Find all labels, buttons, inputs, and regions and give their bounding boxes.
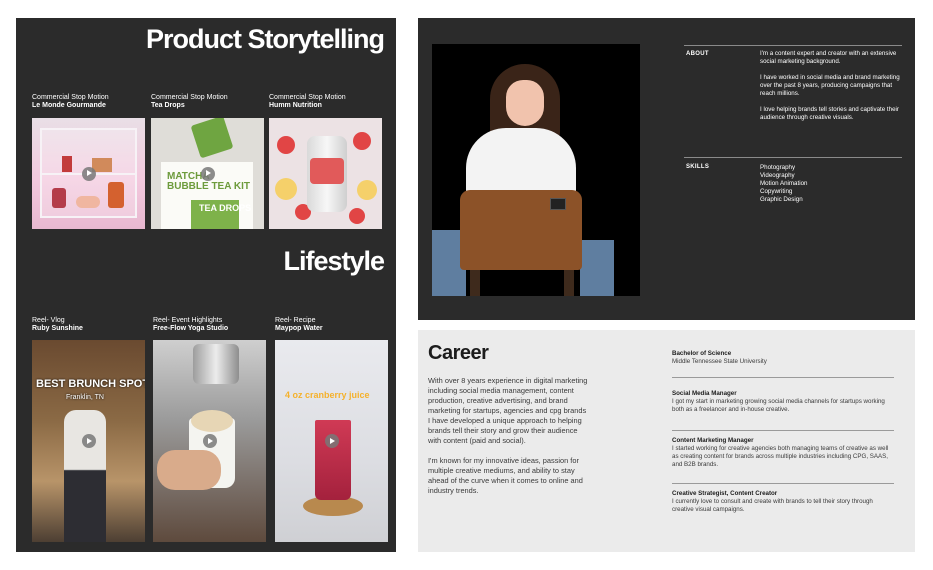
career-title: Career <box>428 342 489 364</box>
pastry-item <box>62 156 72 172</box>
skills-divider <box>684 157 902 158</box>
skill-item: Photography <box>760 164 796 171</box>
tile-category: Reel- Event Highlights <box>153 317 223 324</box>
about-label: ABOUT <box>686 51 709 57</box>
tile-label-maypop: Reel- Recipe Maypop Water <box>275 317 323 333</box>
tile-category: Reel- Recipe <box>275 317 316 324</box>
pastry-item <box>52 188 66 208</box>
lemon-slice-shape <box>357 180 377 200</box>
career-divider <box>672 483 894 484</box>
video-overlay-subtext: Franklin, TN <box>66 394 104 401</box>
career-item-desc: I started working for creative agencies … <box>672 445 889 468</box>
career-panel: Career With over 8 years experience in d… <box>418 330 915 552</box>
career-item-content-marketing: Content Marketing Manager I started work… <box>672 437 894 469</box>
career-divider <box>672 377 894 378</box>
tea-pouch <box>190 118 234 159</box>
product-storytelling-heading: Product Storytelling <box>145 24 385 54</box>
play-icon[interactable] <box>200 166 215 181</box>
career-item-title: Bachelor of Science <box>672 350 732 357</box>
play-icon[interactable] <box>324 434 339 448</box>
video-thumb-le-monde-gourmande[interactable] <box>32 118 145 229</box>
profile-photo <box>432 44 640 296</box>
career-item-social-media: Social Media Manager I got my start in m… <box>672 390 894 414</box>
about-divider <box>684 45 902 46</box>
juice-glass <box>315 420 351 500</box>
skill-item: Videography <box>760 172 795 179</box>
tile-title: Humm Nutrition <box>269 102 322 109</box>
career-item-title: Content Marketing Manager <box>672 437 754 444</box>
photo-chair-leg <box>470 270 480 296</box>
career-item-creative-strategist: Creative Strategist, Content Creator I c… <box>672 490 894 514</box>
video-thumb-humm-nutrition[interactable] <box>269 118 382 229</box>
video-thumb-ruby-sunshine[interactable]: BEST BRUNCH SPOT Franklin, TN <box>32 340 145 542</box>
about-paragraph: I'm a content expert and creator with an… <box>760 50 897 65</box>
tea-drops-text: TEA DROPS <box>199 203 252 213</box>
can-label <box>310 158 344 184</box>
about-paragraph: I love helping brands tell stories and c… <box>760 106 899 121</box>
skill-item: Graphic Design <box>760 196 803 203</box>
latte-foam <box>191 410 233 432</box>
skills-label: SKILLS <box>686 164 710 170</box>
tile-title: Tea Drops <box>151 102 185 109</box>
career-divider <box>672 430 894 431</box>
career-item-education: Bachelor of Science Middle Tennessee Sta… <box>672 350 894 366</box>
camera-icon <box>550 198 566 210</box>
tile-label-humm: Commercial Stop Motion Humm Nutrition <box>269 94 346 110</box>
pastry-item <box>76 196 100 208</box>
career-item-title: Creative Strategist, Content Creator <box>672 490 778 497</box>
career-item-desc: Middle Tennessee State University <box>672 358 767 365</box>
strawberry-shape <box>277 136 295 154</box>
tile-title: Le Monde Gourmande <box>32 102 106 109</box>
video-thumb-tea-drops[interactable]: MATCHA BUBBLE TEA KIT TEA DROPS <box>151 118 264 229</box>
video-thumb-free-flow-yoga[interactable] <box>153 340 266 542</box>
photo-shirt <box>466 128 576 198</box>
strawberry-shape <box>349 208 365 224</box>
portfolio-panel: Product Storytelling Commercial Stop Mot… <box>16 18 396 552</box>
career-item-desc: I currently love to consult and create w… <box>672 498 873 513</box>
about-panel: ABOUT I'm a content expert and creator w… <box>418 18 915 320</box>
tile-label-le-monde: Commercial Stop Motion Le Monde Gourmand… <box>32 94 109 110</box>
video-thumb-maypop-water[interactable]: 4 oz cranberry juice <box>275 340 388 542</box>
skill-item: Motion Animation <box>760 180 808 187</box>
play-icon[interactable] <box>202 434 217 448</box>
tile-category: Commercial Stop Motion <box>32 94 109 101</box>
photo-chair-leg <box>564 270 574 296</box>
lemon-slice-shape <box>275 178 297 200</box>
career-item-desc: I got my start in marketing growing soci… <box>672 398 885 413</box>
milk-pitcher <box>193 344 239 384</box>
tile-label-tea-drops: Commercial Stop Motion Tea Drops <box>151 94 228 110</box>
lifestyle-heading: Lifestyle <box>283 246 385 276</box>
play-icon[interactable] <box>81 166 96 181</box>
tile-label-ruby-sunshine: Reel- Vlog Ruby Sunshine <box>32 317 83 333</box>
strawberry-shape <box>353 132 371 150</box>
tile-category: Reel- Vlog <box>32 317 65 324</box>
career-intro-paragraph: With over 8 years experience in digital … <box>428 376 588 445</box>
walking-person <box>64 410 106 542</box>
play-icon[interactable] <box>81 434 96 448</box>
pastry-item <box>108 182 124 208</box>
about-paragraph: I have worked in social media and brand … <box>760 74 900 97</box>
photo-jeans <box>580 240 614 296</box>
photo-face <box>506 80 544 126</box>
career-intro-paragraph: I'm known for my innovative ideas, passi… <box>428 456 583 495</box>
career-item-title: Social Media Manager <box>672 390 737 397</box>
video-overlay-text: 4 oz cranberry juice <box>285 390 370 400</box>
tile-title: Maypop Water <box>275 325 323 332</box>
tile-title: Free-Flow Yoga Studio <box>153 325 229 332</box>
hand-shape <box>157 450 221 490</box>
skill-item: Copywriting <box>760 188 793 195</box>
tile-title: Ruby Sunshine <box>32 325 83 332</box>
skills-list: Photography Videography Motion Animation… <box>760 164 807 204</box>
tile-category: Commercial Stop Motion <box>151 94 228 101</box>
tile-label-free-flow: Reel- Event Highlights Free-Flow Yoga St… <box>153 317 228 333</box>
video-overlay-text: BEST BRUNCH SPOT <box>36 378 145 390</box>
about-text: I'm a content expert and creator with an… <box>760 50 906 130</box>
tile-category: Commercial Stop Motion <box>269 94 346 101</box>
career-intro: With over 8 years experience in digital … <box>428 376 588 506</box>
